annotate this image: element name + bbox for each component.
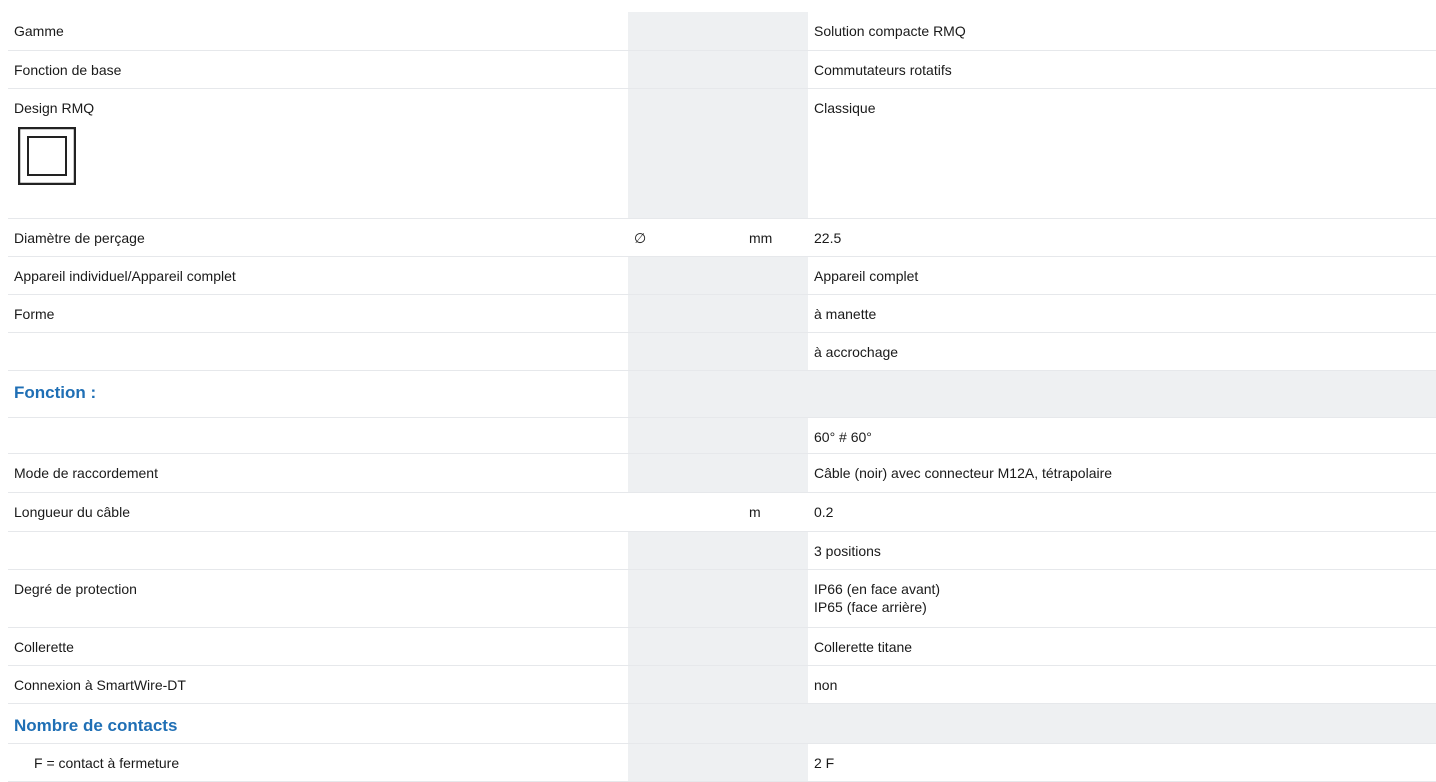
row-symbol [628, 50, 743, 89]
row-unit [743, 332, 808, 371]
row-unit [743, 417, 808, 454]
row-value [808, 370, 1436, 418]
row-symbol: ∅ [628, 218, 743, 257]
row-value: 3 positions [808, 531, 1436, 570]
row-unit [743, 569, 808, 628]
row-symbol [628, 294, 743, 333]
row-value: à manette [808, 294, 1436, 333]
row-unit [743, 703, 808, 744]
section-heading-row: Nombre de contacts [8, 703, 1436, 744]
row-label: Diamètre de perçage [8, 218, 628, 257]
table-row: Degré de protection IP66 (en face avant)… [8, 569, 1436, 628]
row-symbol [628, 332, 743, 371]
row-value: 22.5 [808, 218, 1436, 257]
row-value [808, 703, 1436, 744]
value-line: IP65 (face arrière) [814, 598, 927, 615]
row-label: Mode de raccordement [8, 453, 628, 493]
row-label: Collerette [8, 627, 628, 666]
row-label [8, 417, 628, 454]
row-value: non [808, 665, 1436, 704]
row-label: Forme [8, 294, 628, 333]
row-unit: m [743, 492, 808, 532]
row-symbol [628, 665, 743, 704]
row-unit [743, 12, 808, 51]
row-label: Connexion à SmartWire-DT [8, 665, 628, 704]
row-unit [743, 665, 808, 704]
row-label: Fonction de base [8, 50, 628, 89]
table-row: Design RMQ Classique [8, 88, 1436, 219]
row-unit [743, 453, 808, 493]
row-label: Appareil individuel/Appareil complet [8, 256, 628, 295]
table-row: Appareil individuel/Appareil complet App… [8, 256, 1436, 295]
table-row: Mode de raccordement Câble (noir) avec c… [8, 453, 1436, 493]
table-row: Diamètre de perçage ∅ mm 22.5 [8, 218, 1436, 257]
row-value: 0.2 [808, 492, 1436, 532]
table-row: Fonction de base Commutateurs rotatifs [8, 50, 1436, 89]
row-symbol [628, 453, 743, 493]
row-unit: mm [743, 218, 808, 257]
row-label-text: Design RMQ [14, 99, 95, 116]
row-value: IP66 (en face avant) IP65 (face arrière) [808, 569, 1436, 628]
row-label [8, 332, 628, 371]
table-row: Forme à manette [8, 294, 1436, 333]
row-unit [743, 627, 808, 666]
row-label: Gamme [8, 12, 628, 51]
row-label [8, 531, 628, 570]
row-symbol [628, 531, 743, 570]
row-symbol [628, 627, 743, 666]
table-row: Gamme Solution compacte RMQ [8, 12, 1436, 51]
table-row: 3 positions [8, 531, 1436, 570]
table-row: Longueur du câble m 0.2 [8, 492, 1436, 532]
row-symbol [628, 12, 743, 51]
row-symbol [628, 88, 743, 219]
row-symbol [628, 703, 743, 744]
row-unit [743, 370, 808, 418]
rmq-classic-square-icon [18, 126, 76, 185]
row-value: Solution compacte RMQ [808, 12, 1436, 51]
row-unit [743, 531, 808, 570]
specification-table: Gamme Solution compacte RMQ Fonction de … [8, 12, 1436, 782]
row-unit [743, 294, 808, 333]
row-symbol [628, 370, 743, 418]
table-row: Connexion à SmartWire-DT non [8, 665, 1436, 704]
table-row: Collerette Collerette titane [8, 627, 1436, 666]
row-symbol [628, 569, 743, 628]
row-label: Degré de protection [8, 569, 628, 628]
row-symbol [628, 256, 743, 295]
row-value: Appareil complet [808, 256, 1436, 295]
table-row: F = contact à fermeture 2 F [8, 743, 1436, 782]
table-row: à accrochage [8, 332, 1436, 371]
row-value: 2 F [808, 743, 1436, 782]
section-heading-row: Fonction : [8, 370, 1436, 418]
section-heading-contacts: Nombre de contacts [8, 703, 628, 744]
row-label: Design RMQ [8, 88, 628, 219]
row-unit [743, 50, 808, 89]
value-line: IP66 (en face avant) [814, 580, 941, 597]
row-symbol [628, 743, 743, 782]
row-label: F = contact à fermeture [8, 743, 628, 782]
row-value: 60° # 60° [808, 417, 1436, 454]
row-symbol [628, 417, 743, 454]
row-value: Classique [808, 88, 1436, 219]
row-value: Collerette titane [808, 627, 1436, 666]
section-heading-function: Fonction : [8, 370, 628, 418]
row-unit [743, 88, 808, 219]
row-label: Longueur du câble [8, 492, 628, 532]
table-row: 60° # 60° [8, 417, 1436, 454]
row-symbol [628, 492, 743, 532]
row-value: Commutateurs rotatifs [808, 50, 1436, 89]
row-label-text: F = contact à fermeture [34, 754, 180, 771]
row-value: Câble (noir) avec connecteur M12A, tétra… [808, 453, 1436, 493]
row-unit [743, 743, 808, 782]
row-unit [743, 256, 808, 295]
row-value: à accrochage [808, 332, 1436, 371]
